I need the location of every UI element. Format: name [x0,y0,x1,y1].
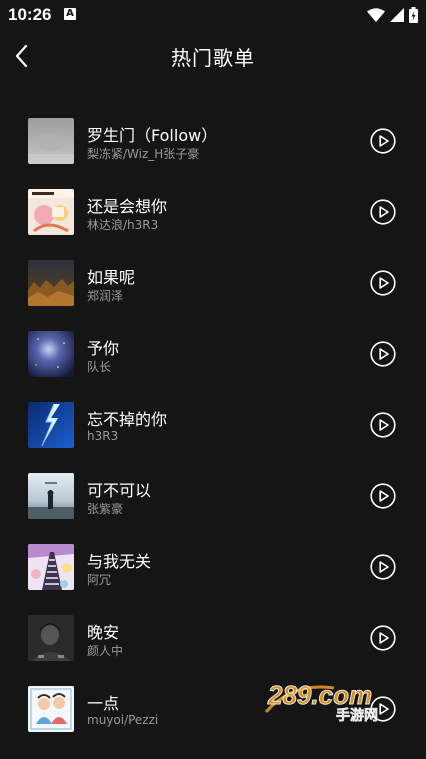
song-title: 予你 [87,339,120,358]
song-title: 如果呢 [87,268,136,287]
album-cover [28,189,74,235]
album-cover [28,473,74,519]
song-item[interactable]: 还是会想你 林达浪/h3R3 [0,176,426,247]
play-button[interactable] [370,483,396,509]
battery-icon [409,7,418,23]
status-time: 10:26 [8,5,52,24]
a-letter-icon: A [64,8,76,20]
wifi-icon [367,8,385,22]
song-item[interactable]: 予你 队长 [0,318,426,389]
header-bar: 热门歌单 [0,30,426,82]
album-cover [28,686,74,732]
song-title: 可不可以 [87,481,152,500]
play-button[interactable] [370,128,396,154]
song-list: 罗生门（Follow） 梨冻紧/Wiz_H张子豪 还是会想你 林达浪/h3R3 … [0,105,426,744]
play-circle-icon [370,412,396,438]
song-artist: 梨冻紧/Wiz_H张子豪 [87,147,200,161]
song-artist: 郑润泽 [87,289,124,303]
song-artist: muyoi/Pezzi [87,713,159,727]
play-button[interactable] [370,625,396,651]
song-item[interactable]: 与我无关 阿冗 [0,531,426,602]
album-cover [28,118,74,164]
play-circle-icon [370,625,396,651]
album-cover [28,615,74,661]
play-button[interactable] [370,554,396,580]
play-circle-icon [370,270,396,296]
song-artist: h3R3 [87,429,119,443]
song-artist: 张紫豪 [87,502,124,516]
play-button[interactable] [370,341,396,367]
play-circle-icon [370,128,396,154]
signal-icon [390,8,404,22]
song-title: 与我无关 [87,552,152,571]
song-item[interactable]: 罗生门（Follow） 梨冻紧/Wiz_H张子豪 [0,105,426,176]
song-artist: 阿冗 [87,573,112,587]
play-circle-icon [370,696,396,722]
play-button[interactable] [370,199,396,225]
play-button[interactable] [370,696,396,722]
song-item[interactable]: 可不可以 张紫豪 [0,460,426,531]
play-button[interactable] [370,412,396,438]
album-cover [28,402,74,448]
song-title: 晚安 [87,623,120,642]
album-cover [28,260,74,306]
play-circle-icon [370,554,396,580]
status-icons [367,6,418,24]
song-title: 一点 [87,694,120,713]
song-artist: 颜人中 [87,644,124,658]
play-button[interactable] [370,270,396,296]
play-circle-icon [370,341,396,367]
song-title: 忘不掉的你 [87,410,168,429]
song-item[interactable]: 晚安 颜人中 [0,602,426,673]
song-title: 罗生门（Follow） [87,126,218,145]
song-artist: 林达浪/h3R3 [87,218,159,232]
song-item[interactable]: 忘不掉的你 h3R3 [0,389,426,460]
album-cover [28,331,74,377]
app-screen: 10:26 A 热门歌单 罗生门（Follow） 梨冻紧/Wiz_H张子豪 还是… [0,0,426,759]
song-artist: 队长 [87,360,112,374]
play-circle-icon [370,483,396,509]
play-circle-icon [370,199,396,225]
song-item[interactable]: 一点 muyoi/Pezzi [0,673,426,744]
album-cover [28,544,74,590]
song-item[interactable]: 如果呢 郑润泽 [0,247,426,318]
status-bar: 10:26 A [0,0,426,30]
page-title: 热门歌单 [171,46,255,70]
song-title: 还是会想你 [87,197,168,216]
